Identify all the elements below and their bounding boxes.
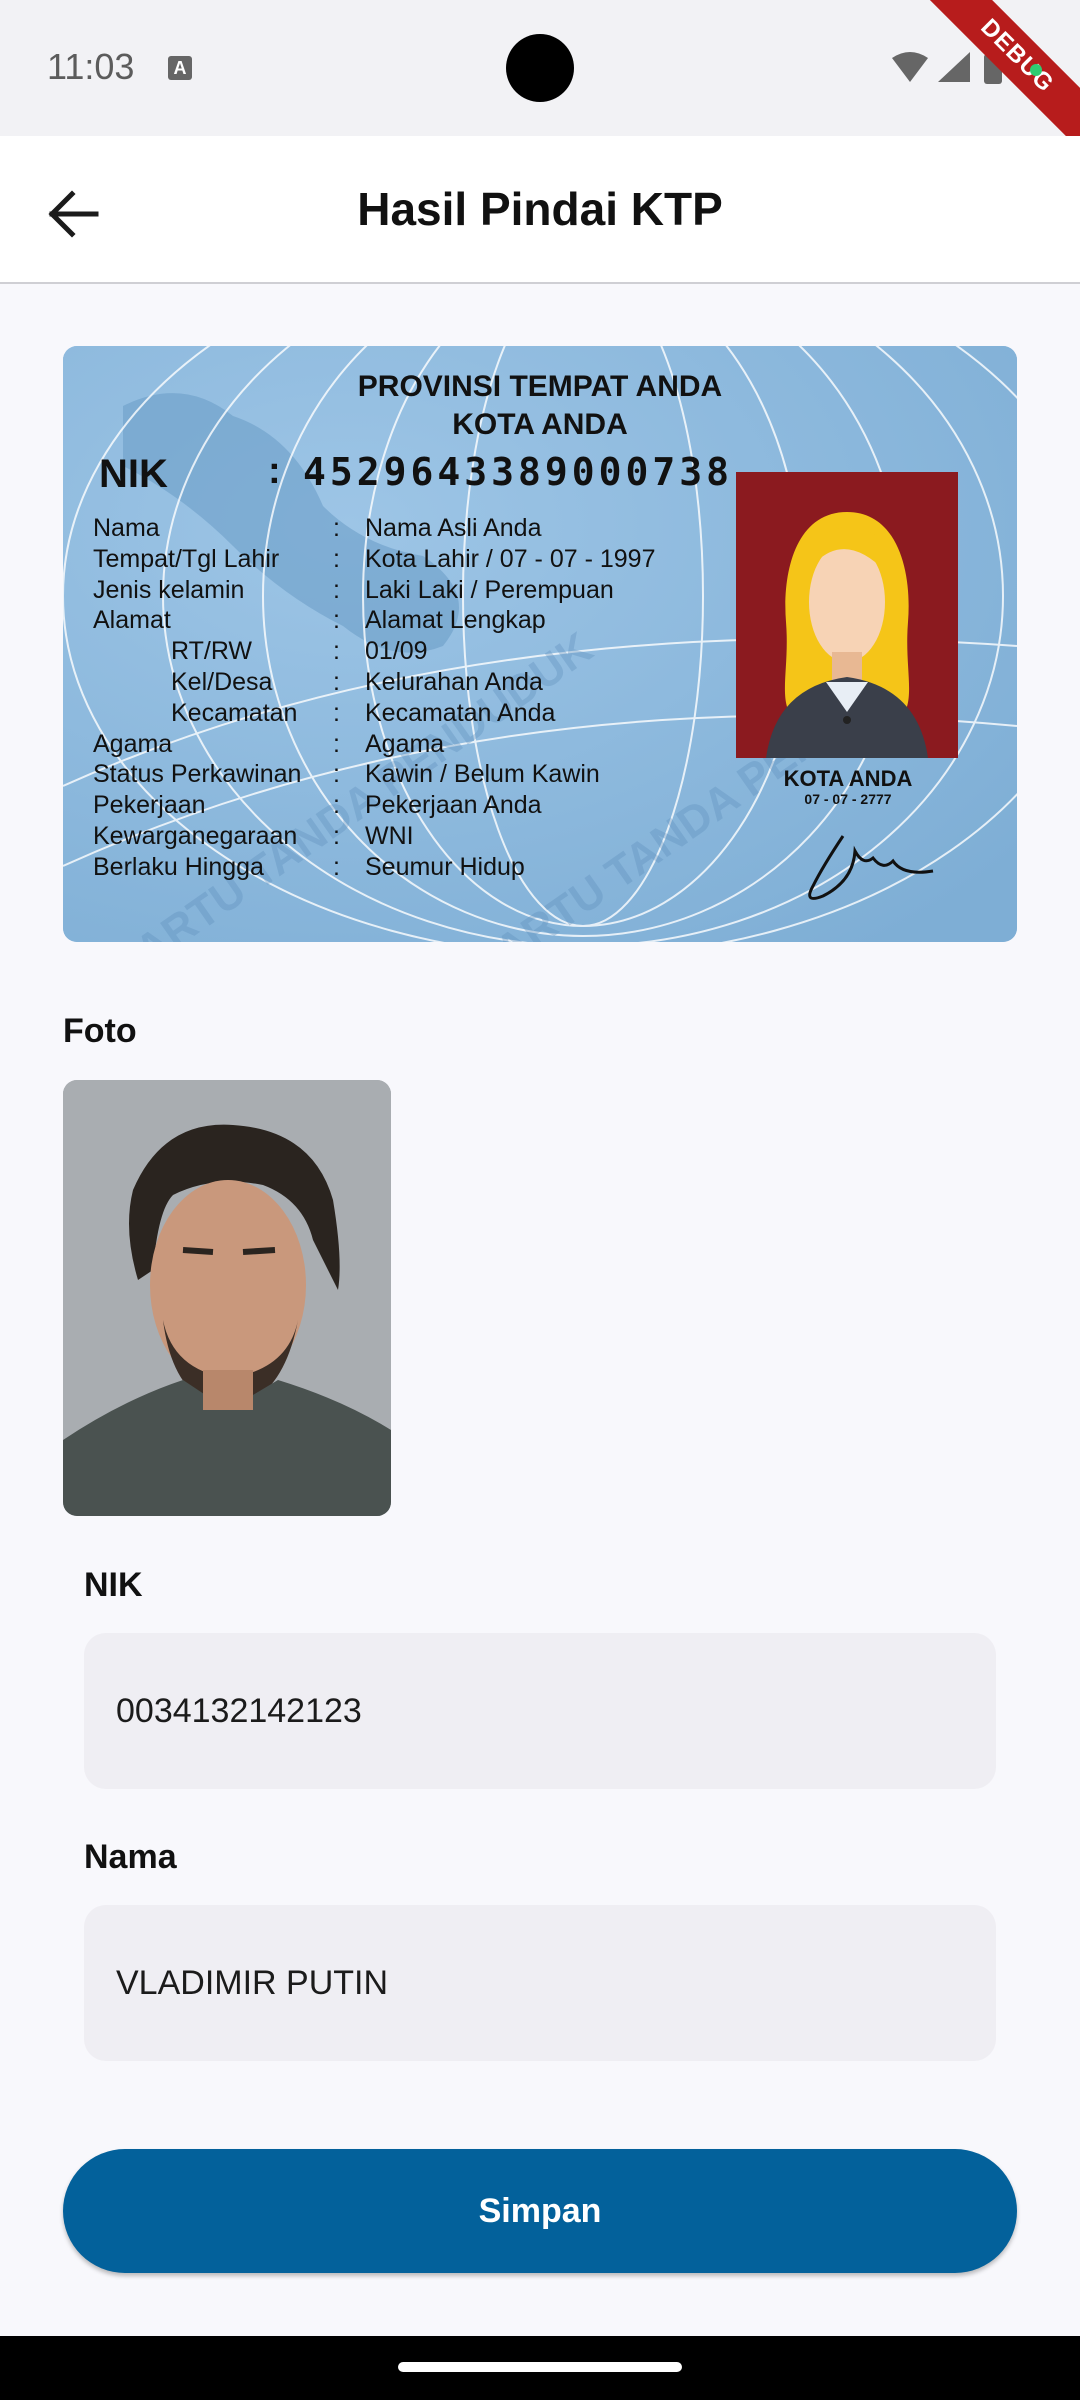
ktp-row: Status Perkawinan: Kawin / Belum Kawin [93, 760, 600, 789]
wifi-icon [892, 52, 928, 82]
signature-image [808, 835, 934, 900]
status-time: 11:03 [47, 46, 135, 87]
ktp-row: Agama: Agama [93, 729, 445, 758]
ktp-nik-label: NIK [99, 452, 168, 496]
app-bar: Hasil Pindai KTP [0, 136, 1080, 284]
status-bar: 11:03 A DEBUG [0, 0, 1080, 160]
ktp-row: Pekerjaan: Pekerjaan Anda [93, 791, 542, 820]
ktp-row: Jenis kelamin: Laki Laki / Perempuan [93, 575, 614, 604]
back-arrow-icon[interactable] [46, 186, 102, 242]
nama-field[interactable] [84, 1905, 996, 2061]
nik-label: NIK [84, 1566, 143, 1604]
page-title: Hasil Pindai KTP [357, 183, 723, 235]
ktp-photo-date: 07 - 07 - 2777 [804, 791, 892, 807]
nik-input[interactable] [116, 1633, 956, 1789]
ktp-row: Alamat: Alamat Lengkap [93, 606, 546, 635]
ktp-province: PROVINSI TEMPAT ANDA [357, 370, 723, 403]
ktp-nik-colon: : [268, 450, 281, 492]
home-gesture-handle[interactable] [398, 2362, 682, 2372]
indicator-dot [1030, 64, 1042, 76]
nik-field[interactable] [84, 1633, 996, 1789]
face-photo [63, 1080, 391, 1516]
ktp-row: RT/RW:01/09 [171, 637, 428, 666]
camera-cutout [506, 34, 574, 102]
save-button[interactable]: Simpan [63, 2149, 1017, 2273]
ktp-detail-rows: Nama: Nama Asli Anda Tempat/Tgl Lahir: Kot… [93, 514, 733, 884]
ktp-photo-city: KOTA ANDA [783, 766, 913, 791]
photo-label: Foto [63, 1012, 137, 1050]
ktp-portrait [736, 472, 958, 758]
notification-icon: A [168, 56, 192, 80]
signal-icon [938, 52, 970, 82]
ktp-row: Kewarganegaraan: WNI [93, 821, 414, 850]
nama-label: Nama [84, 1838, 177, 1876]
ktp-row: Kecamatan: Kecamatan Anda [171, 698, 556, 727]
ktp-row: Berlaku Hingga: Seumur Hidup [93, 852, 525, 881]
ktp-row: Nama: Nama Asli Anda [93, 514, 542, 542]
ktp-nik-value: 4529643389000738 [303, 450, 734, 494]
ktp-row: Tempat/Tgl Lahir: Kota Lahir / 07 - 07 - … [93, 544, 656, 573]
ktp-row: Kel/Desa: Kelurahan Anda [171, 667, 543, 696]
ktp-city: KOTA ANDA [452, 408, 628, 441]
ktp-card-image: KARTU TANDA PENDUDUK KARTU TANDA PENDUDU… [63, 346, 1017, 942]
nama-input[interactable] [116, 1905, 956, 2061]
